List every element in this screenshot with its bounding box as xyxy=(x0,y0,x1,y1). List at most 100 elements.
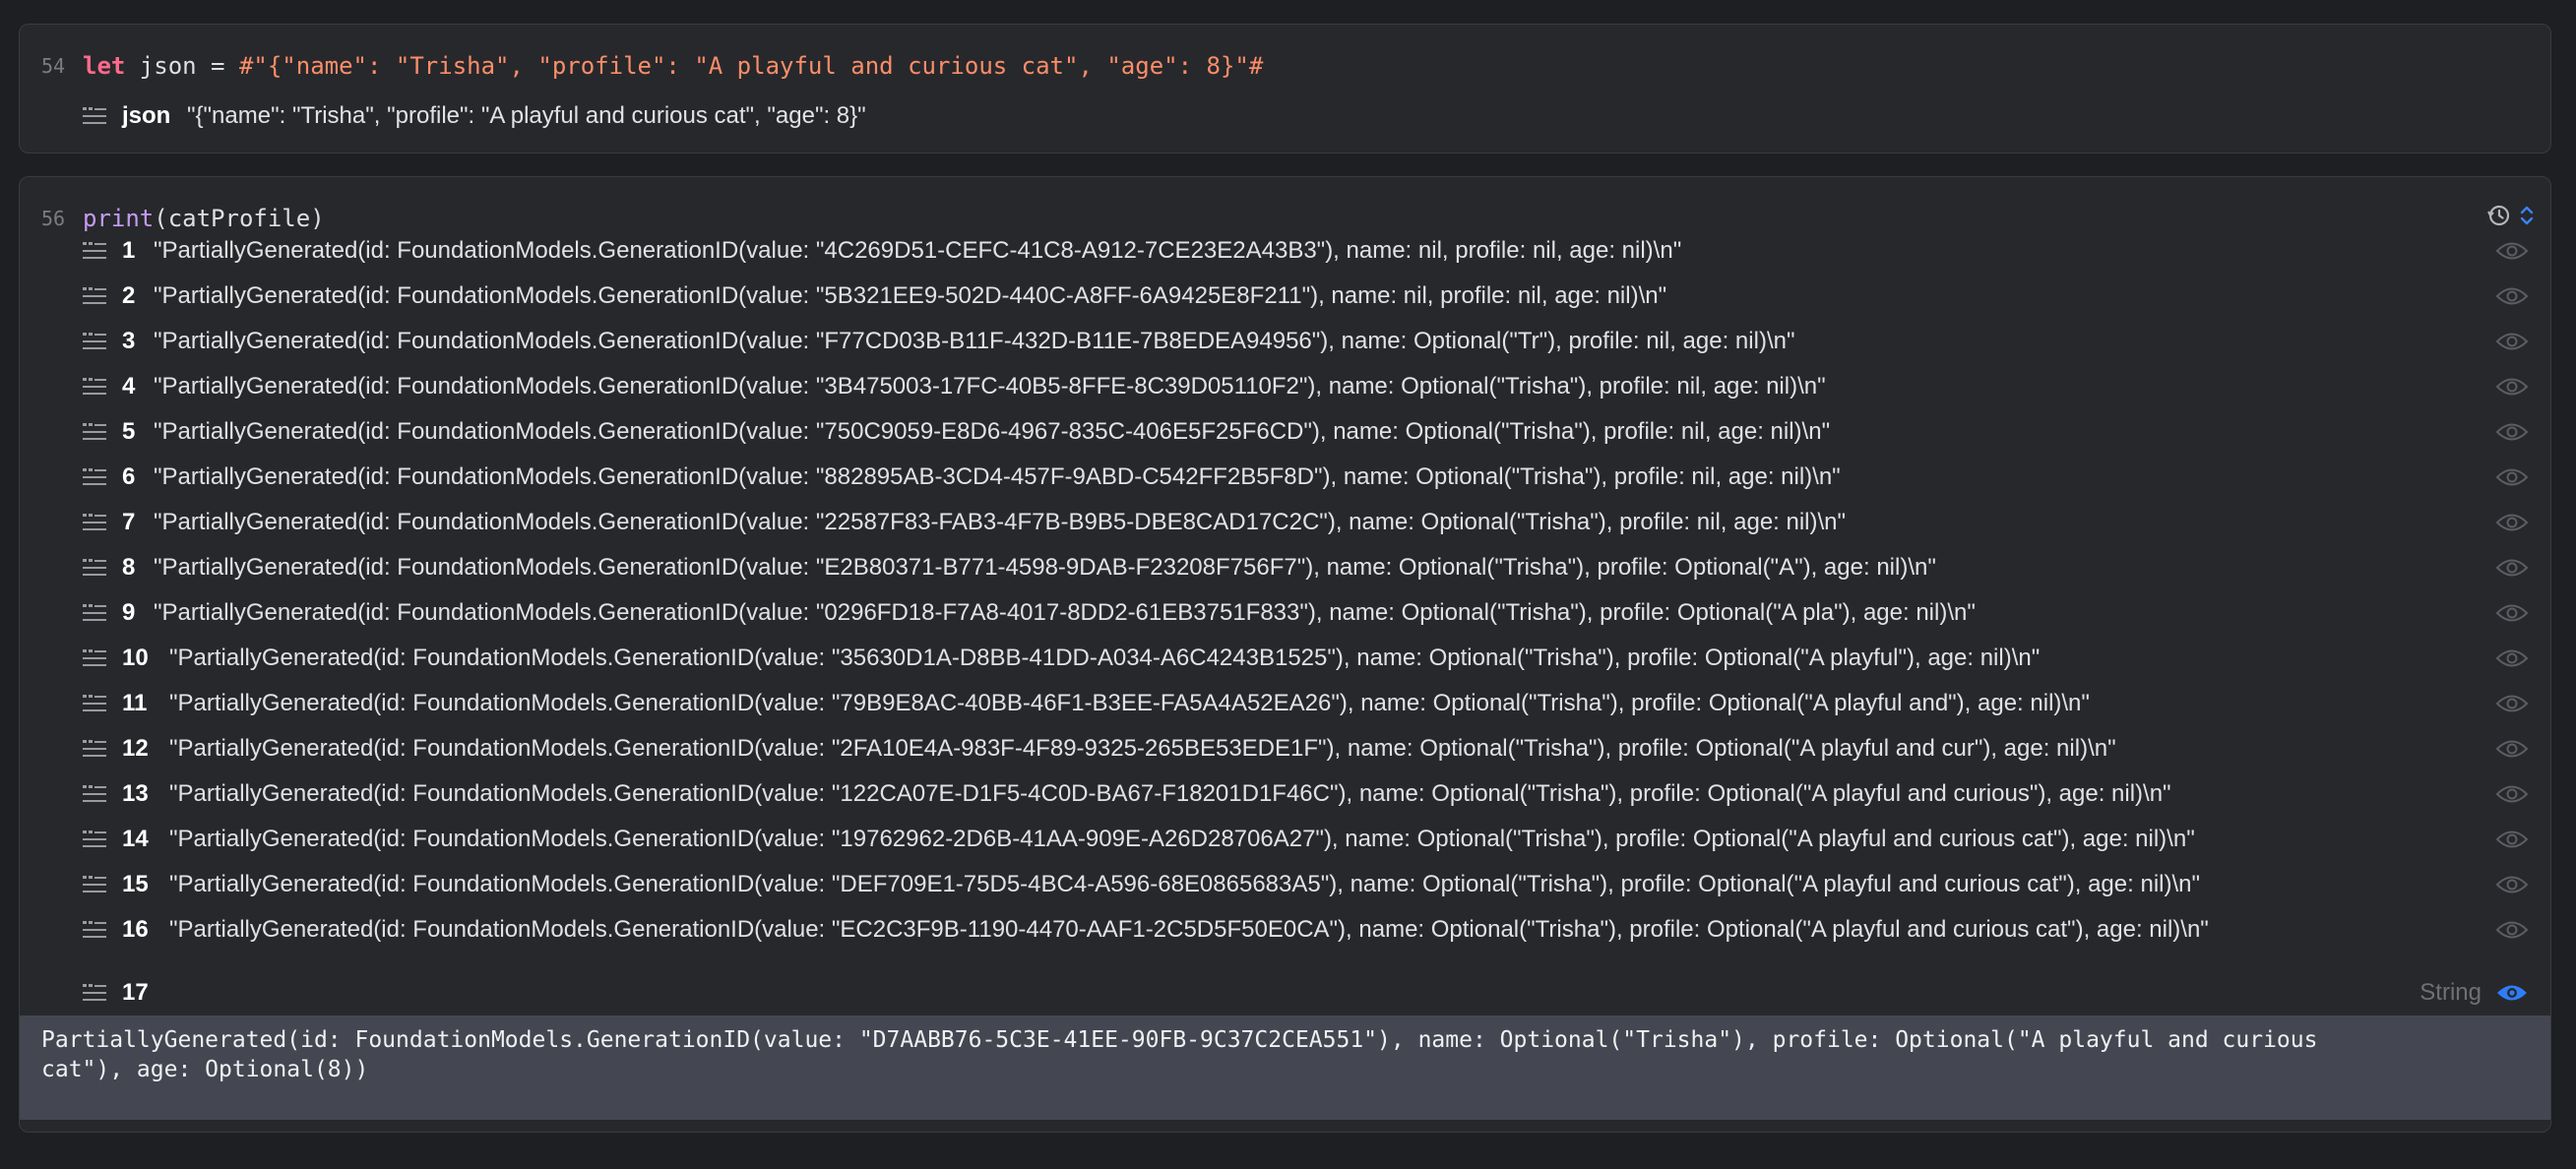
list-result-icon xyxy=(83,514,106,530)
result-value: "PartiallyGenerated(id: FoundationModels… xyxy=(169,645,2041,671)
result-index: 11 xyxy=(122,690,148,716)
result-value: "PartiallyGenerated(id: FoundationModels… xyxy=(154,463,1841,490)
eye-icon[interactable] xyxy=(2495,693,2529,714)
result-index: 9 xyxy=(122,599,136,626)
result-row[interactable]: 1 "PartiallyGenerated(id: FoundationModel… xyxy=(20,228,2550,274)
result-value: "PartiallyGenerated(id: FoundationModels… xyxy=(154,554,1936,581)
eye-icon[interactable] xyxy=(2495,466,2529,488)
list-result-icon xyxy=(83,468,106,485)
result-row[interactable]: 15 "PartiallyGenerated(id: FoundationMode… xyxy=(20,862,2550,907)
list-result-icon xyxy=(83,649,106,666)
list-result-icon xyxy=(83,559,106,576)
result-value: "PartiallyGenerated(id: FoundationModels… xyxy=(169,916,2209,943)
result-row[interactable]: 8 "PartiallyGenerated(id: FoundationModel… xyxy=(20,545,2550,590)
result-index: 14 xyxy=(122,826,149,852)
result-value: "PartiallyGenerated(id: FoundationModels… xyxy=(169,871,2201,897)
result-row[interactable]: 10 "PartiallyGenerated(id: FoundationMode… xyxy=(20,636,2550,681)
eye-icon[interactable] xyxy=(2495,376,2529,398)
detail-output-panel: PartiallyGenerated(id: FoundationModels.… xyxy=(20,1015,2550,1120)
result-value: "PartiallyGenerated(id: FoundationModels… xyxy=(154,509,1847,535)
result-value: "PartiallyGenerated(id: FoundationModels… xyxy=(169,780,2171,807)
eye-icon[interactable] xyxy=(2495,982,2529,1004)
eye-icon[interactable] xyxy=(2495,557,2529,579)
result-index: 3 xyxy=(122,328,136,354)
result-row[interactable]: 7 "PartiallyGenerated(id: FoundationModel… xyxy=(20,500,2550,545)
result-index: 1 xyxy=(122,237,136,264)
result-row[interactable]: 4 "PartiallyGenerated(id: FoundationModel… xyxy=(20,364,2550,409)
list-result-icon xyxy=(83,876,106,892)
list-result-icon xyxy=(83,378,106,395)
type-label: String xyxy=(2419,979,2482,1006)
result-row[interactable]: 6 "PartiallyGenerated(id: FoundationModel… xyxy=(20,455,2550,500)
result-index: 8 xyxy=(122,554,136,581)
list-result-icon xyxy=(83,831,106,847)
result-index: 6 xyxy=(122,463,136,490)
result-row[interactable]: json "{"name": "Trisha", "profile": "A p… xyxy=(20,93,2550,139)
result-value: "PartiallyGenerated(id: FoundationModels… xyxy=(169,690,2090,716)
list-result-icon xyxy=(83,695,106,711)
result-value: "PartiallyGenerated(id: FoundationModels… xyxy=(154,282,1667,309)
variable-declaration: json = xyxy=(125,52,239,80)
history-icon[interactable] xyxy=(2485,203,2511,228)
result-index: 5 xyxy=(122,418,136,445)
result-value: "PartiallyGenerated(id: FoundationModels… xyxy=(154,328,1795,354)
result-row-selected[interactable]: 17 String xyxy=(20,970,2550,1015)
line-number: 56 xyxy=(41,207,66,230)
list-result-icon xyxy=(83,242,106,259)
result-row[interactable]: 13 "PartiallyGenerated(id: FoundationMode… xyxy=(20,771,2550,817)
result-row[interactable]: 11 "PartiallyGenerated(id: FoundationMode… xyxy=(20,681,2550,726)
result-index: 15 xyxy=(122,871,149,897)
result-value: "PartiallyGenerated(id: FoundationModels… xyxy=(169,735,2116,762)
result-index: 2 xyxy=(122,282,136,309)
keyword-let: let xyxy=(83,52,126,80)
result-index: 17 xyxy=(122,979,149,1006)
code-text[interactable]: let json = #"{"name": "Trisha", "profile… xyxy=(83,52,1263,80)
playground-cell-json: 54 let json = #"{"name": "Trisha", "prof… xyxy=(19,24,2551,154)
result-row[interactable]: 16 "PartiallyGenerated(id: FoundationMode… xyxy=(20,907,2550,953)
result-variable-name: json xyxy=(122,102,171,129)
playground-cell-print: 56 print(catProfile) 1 "PartiallyGenerate… xyxy=(19,176,2551,1133)
eye-icon[interactable] xyxy=(2495,331,2529,352)
result-row[interactable]: 14 "PartiallyGenerated(id: FoundationMode… xyxy=(20,817,2550,862)
eye-icon[interactable] xyxy=(2495,874,2529,895)
eye-icon[interactable] xyxy=(2495,602,2529,624)
list-result-icon xyxy=(83,107,106,124)
result-row[interactable]: 9 "PartiallyGenerated(id: FoundationModel… xyxy=(20,590,2550,636)
eye-icon[interactable] xyxy=(2495,829,2529,850)
result-row[interactable]: 12 "PartiallyGenerated(id: FoundationMode… xyxy=(20,726,2550,771)
eye-icon[interactable] xyxy=(2495,919,2529,941)
result-value: "PartiallyGenerated(id: FoundationModels… xyxy=(154,373,1826,400)
result-row[interactable]: 5 "PartiallyGenerated(id: FoundationModel… xyxy=(20,409,2550,455)
cell-toolbar xyxy=(2485,203,2535,228)
eye-icon[interactable] xyxy=(2495,783,2529,805)
result-index: 16 xyxy=(122,916,149,943)
result-index: 10 xyxy=(122,645,149,671)
chevron-updown-icon[interactable] xyxy=(2519,204,2535,227)
result-index: 12 xyxy=(122,735,149,762)
eye-icon[interactable] xyxy=(2495,240,2529,262)
list-result-icon xyxy=(83,423,106,440)
result-index: 13 xyxy=(122,780,149,807)
list-result-icon xyxy=(83,740,106,757)
eye-icon[interactable] xyxy=(2495,512,2529,533)
string-literal: #"{"name": "Trisha", "profile": "A playf… xyxy=(238,52,1264,80)
list-result-icon xyxy=(83,287,106,304)
result-value: "PartiallyGenerated(id: FoundationModels… xyxy=(169,826,2195,852)
list-result-icon xyxy=(83,984,106,1001)
result-row[interactable]: 2 "PartiallyGenerated(id: FoundationModel… xyxy=(20,274,2550,319)
result-index: 7 xyxy=(122,509,136,535)
result-index: 4 xyxy=(122,373,136,400)
result-value: "PartiallyGenerated(id: FoundationModels… xyxy=(154,599,1976,626)
list-result-icon xyxy=(83,785,106,802)
line-number: 54 xyxy=(41,54,66,78)
result-row[interactable]: 3 "PartiallyGenerated(id: FoundationModel… xyxy=(20,319,2550,364)
eye-icon[interactable] xyxy=(2495,285,2529,307)
result-value: "PartiallyGenerated(id: FoundationModels… xyxy=(154,237,1682,264)
eye-icon[interactable] xyxy=(2495,738,2529,760)
eye-icon[interactable] xyxy=(2495,647,2529,669)
list-result-icon xyxy=(83,604,106,621)
list-result-icon xyxy=(83,333,106,349)
result-value: "{"name": "Trisha", "profile": "A playfu… xyxy=(187,102,866,129)
eye-icon[interactable] xyxy=(2495,421,2529,443)
result-value: "PartiallyGenerated(id: FoundationModels… xyxy=(154,418,1831,445)
